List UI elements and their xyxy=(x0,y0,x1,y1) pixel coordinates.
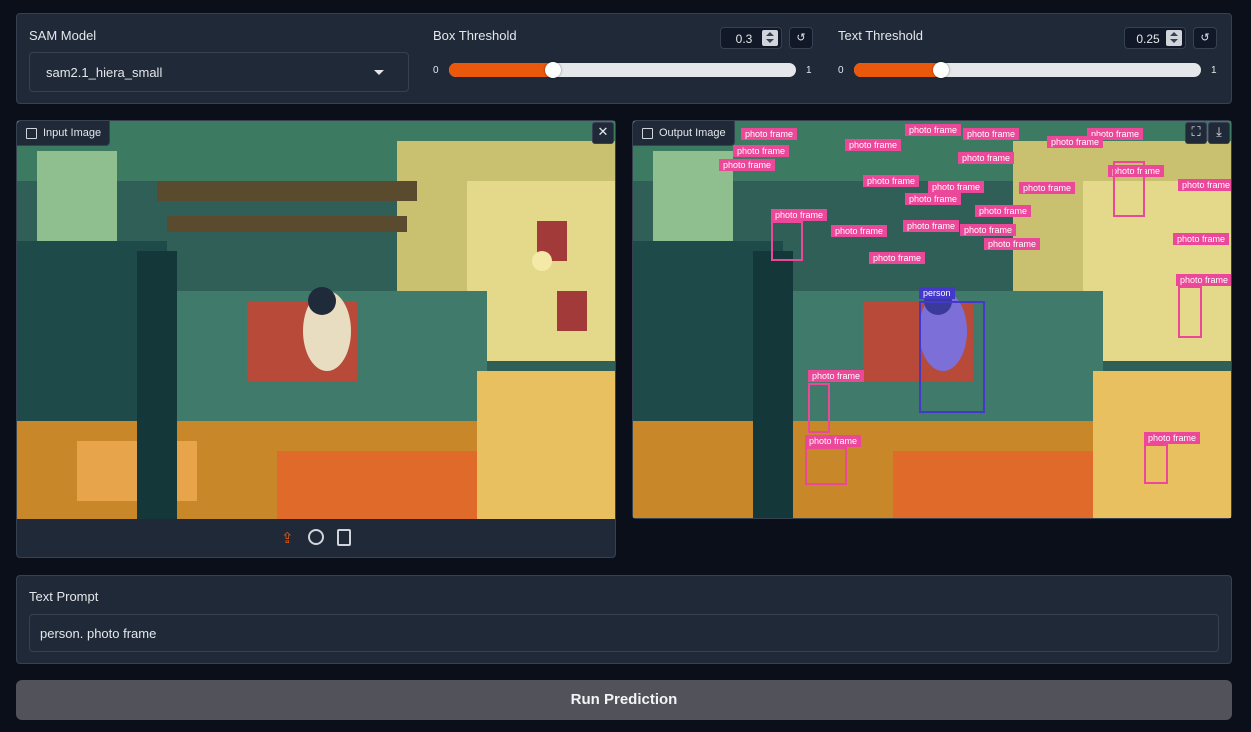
number-stepper[interactable] xyxy=(1166,30,1182,46)
box-threshold-reset-button[interactable]: ↺ xyxy=(789,27,813,49)
box-threshold-slider[interactable] xyxy=(449,62,796,78)
image-icon xyxy=(26,128,37,139)
text-prompt-label: Text Prompt xyxy=(29,589,99,604)
photo-frame-label: photo frame xyxy=(831,225,888,237)
controls-panel: SAM Model sam2.1_hiera_small Box Thresho… xyxy=(16,13,1232,104)
input-image-label: Input Image xyxy=(43,127,102,139)
box-threshold-input[interactable]: 0.3 xyxy=(720,27,782,49)
text-prompt-input[interactable]: person. photo frame xyxy=(29,614,1219,652)
sam-model-dropdown[interactable]: sam2.1_hiera_small xyxy=(29,52,409,92)
text-prompt-value: person. photo frame xyxy=(40,626,157,641)
photo-frame-box xyxy=(1178,286,1202,338)
photo-frame-label: photo frame xyxy=(771,209,828,221)
output-image: person photo frame photo frame photo fra… xyxy=(633,121,1231,518)
photo-frame-label: photo frame xyxy=(805,435,862,447)
input-image-tag: Input Image xyxy=(17,121,111,146)
output-image-tag: Output Image xyxy=(633,121,735,146)
photo-frame-label: photo frame xyxy=(741,128,798,140)
input-image-panel: Input Image ✕ ⇪ xyxy=(16,120,616,558)
photo-frame-label: photo frame xyxy=(733,145,790,157)
person-detection-label: person xyxy=(919,287,955,299)
photo-frame-label: photo frame xyxy=(1173,233,1230,245)
room-illustration xyxy=(17,121,615,519)
image-icon xyxy=(642,128,653,139)
output-image-label: Output Image xyxy=(659,127,726,139)
box-threshold-handle[interactable] xyxy=(545,62,562,78)
download-button[interactable]: ⤓ xyxy=(1208,122,1230,144)
photo-frame-box xyxy=(1113,161,1145,217)
box-threshold-value: 0.3 xyxy=(735,32,753,46)
upload-icon[interactable]: ⇪ xyxy=(281,529,294,547)
photo-frame-box xyxy=(805,447,847,485)
image-source-toolbar: ⇪ xyxy=(17,519,615,557)
text-threshold-label: Text Threshold xyxy=(838,28,924,43)
photo-frame-label: photo frame xyxy=(928,181,985,193)
photo-frame-label: photo frame xyxy=(958,152,1015,164)
text-prompt-panel: Text Prompt person. photo frame xyxy=(16,575,1232,664)
run-prediction-button[interactable]: Run Prediction xyxy=(16,680,1232,720)
text-threshold-min: 0 xyxy=(838,65,844,76)
photo-frame-label: photo frame xyxy=(845,139,902,151)
photo-frame-label: photo frame xyxy=(1047,136,1104,148)
photo-frame-label: photo frame xyxy=(719,159,776,171)
photo-frame-label: photo frame xyxy=(1178,179,1231,191)
clipboard-icon[interactable] xyxy=(337,529,351,546)
fullscreen-button[interactable]: ⛶ xyxy=(1185,122,1207,144)
text-threshold-value: 0.25 xyxy=(1136,32,1160,46)
photo-frame-label: photo frame xyxy=(1144,432,1201,444)
webcam-icon[interactable] xyxy=(308,529,324,545)
photo-frame-box xyxy=(771,221,803,261)
photo-frame-label: photo frame xyxy=(963,128,1020,140)
photo-frame-box xyxy=(808,383,830,433)
photo-frame-label: photo frame xyxy=(1176,274,1231,286)
box-threshold-label: Box Threshold xyxy=(433,28,517,43)
photo-frame-label: photo frame xyxy=(960,224,1017,236)
person-detection-box xyxy=(919,301,985,413)
photo-frame-label: photo frame xyxy=(1019,182,1076,194)
text-threshold-slider[interactable] xyxy=(854,62,1201,78)
photo-frame-label: photo frame xyxy=(863,175,920,187)
photo-frame-box xyxy=(1144,444,1168,484)
number-stepper[interactable] xyxy=(762,30,778,46)
text-threshold-reset-button[interactable]: ↺ xyxy=(1193,27,1217,49)
photo-frame-label: photo frame xyxy=(905,193,962,205)
text-threshold-max: 1 xyxy=(1211,65,1217,76)
text-threshold-handle[interactable] xyxy=(932,62,949,78)
text-threshold-input[interactable]: 0.25 xyxy=(1124,27,1186,49)
output-image-panel: Output Image ⛶ ⤓ person photo frame phot… xyxy=(632,120,1232,519)
photo-frame-label: photo frame xyxy=(905,124,962,136)
sam-model-value: sam2.1_hiera_small xyxy=(46,65,163,80)
photo-frame-label: photo frame xyxy=(984,238,1041,250)
input-image[interactable] xyxy=(17,121,615,519)
box-threshold-max: 1 xyxy=(806,65,812,76)
photo-frame-label: photo frame xyxy=(975,205,1032,217)
box-threshold-fill xyxy=(449,63,554,77)
box-threshold-min: 0 xyxy=(433,65,439,76)
photo-frame-label: photo frame xyxy=(903,220,960,232)
text-threshold-fill xyxy=(854,63,941,77)
chevron-down-icon xyxy=(374,70,384,75)
sam-model-label: SAM Model xyxy=(29,28,97,43)
photo-frame-label: photo frame xyxy=(869,252,926,264)
clear-image-button[interactable]: ✕ xyxy=(592,122,614,144)
photo-frame-label: photo frame xyxy=(808,370,865,382)
